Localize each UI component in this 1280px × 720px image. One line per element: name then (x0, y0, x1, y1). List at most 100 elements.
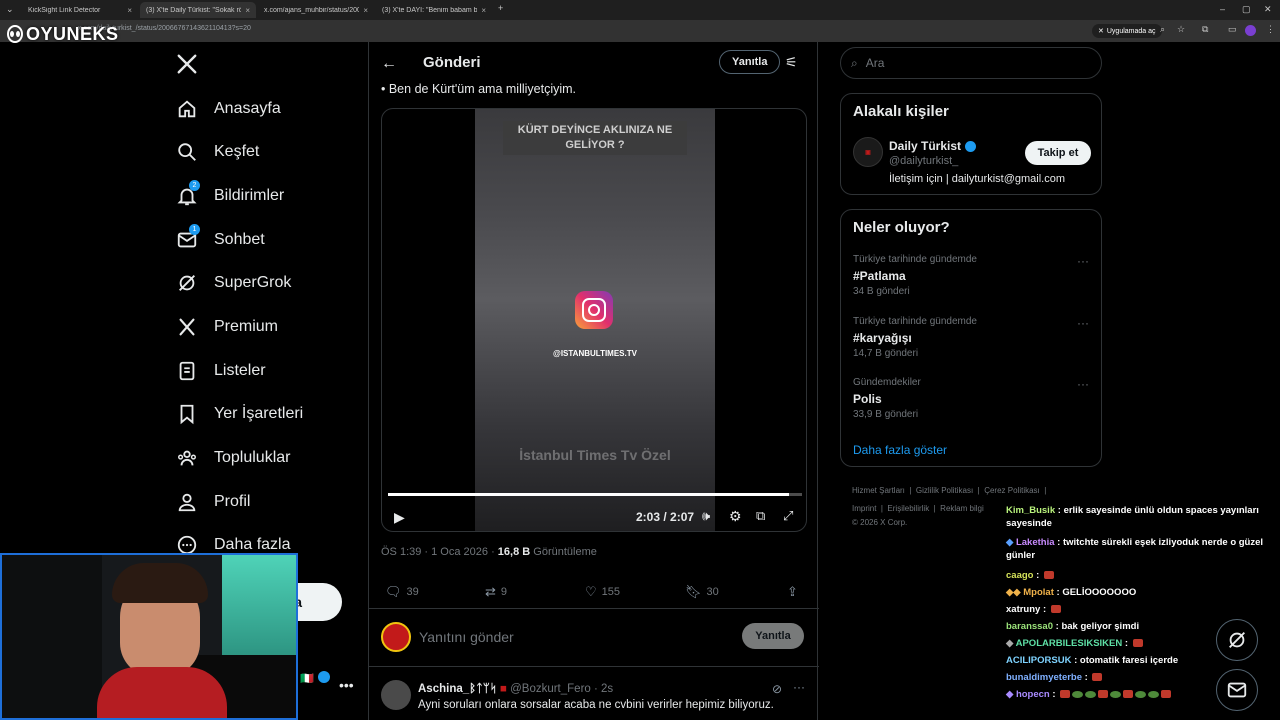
back-arrow-icon[interactable]: ← (381, 55, 397, 73)
grok-floating-button[interactable] (1216, 619, 1258, 661)
x-logo-icon[interactable] (176, 53, 198, 80)
address-bar: x.com/dailyturkist_/status/2006676714362… (0, 20, 1280, 42)
volume-icon[interactable]: 🕪 (702, 508, 710, 524)
chat-message: ◆◆ Mpolat : GELİOOOOOOO (1006, 587, 1137, 598)
close-icon[interactable]: × (245, 6, 250, 15)
more-options-icon[interactable]: ··· (1077, 316, 1089, 330)
video-progress-track[interactable] (388, 493, 802, 496)
reply-header-button[interactable]: Yanıtla (719, 50, 781, 74)
reply-submit-button[interactable]: Yanıtla (742, 623, 804, 649)
footer-links: Hizmet Şartları | Gizlilik Politikası | … (852, 486, 1047, 495)
show-more-link[interactable]: Daha fazla göster (853, 443, 947, 457)
reply-action[interactable]: 🗨 39 (385, 584, 419, 600)
browser-tab-1[interactable]: KickSight Link Detector × (22, 2, 138, 18)
like-action[interactable]: ♡ 155 (585, 584, 620, 600)
browser-tab-3[interactable]: x.com/ajans_muhbir/status/200 × (258, 2, 374, 18)
more-options-icon[interactable]: ··· (793, 680, 805, 694)
chat-message: xatruny : (1006, 603, 1276, 616)
sidepanel-icon[interactable]: ▭ (1228, 24, 1237, 35)
related-name[interactable]: Daily Türkist (889, 139, 977, 153)
fullscreen-icon[interactable]: ⤢ (783, 508, 793, 524)
nav-explore[interactable]: Keşfet (176, 141, 259, 163)
close-window-icon[interactable]: ✕ (1264, 4, 1272, 15)
video-caption-top: KÜRT DEYİNCE AKLINIZA NE GELİYOR ? (503, 121, 687, 155)
new-tab-icon[interactable]: + (498, 3, 503, 13)
open-in-app-button[interactable]: ✕ Uygulamada aç (1092, 24, 1162, 38)
video-player[interactable]: KÜRT DEYİNCE AKLINIZA NE GELİYOR ? @ISTA… (381, 108, 807, 532)
browser-tab-4[interactable]: (3) X'te DAYI: "Benim babam b × (376, 2, 492, 18)
account-menu-icon[interactable]: ••• (339, 677, 354, 693)
chat-user: bunaldimyeterbe (1006, 672, 1083, 683)
settings-gear-icon[interactable]: ⚙ (729, 508, 742, 525)
sliders-icon[interactable]: ⚟ (785, 54, 798, 71)
pip-icon[interactable]: ⧉ (756, 508, 765, 524)
comment-name[interactable]: Aschina_ᛒᛏᛘᛋ (418, 683, 497, 695)
menu-icon[interactable]: ⋮ (1266, 24, 1275, 35)
related-bio: İletişim için | dailyturkist@gmail.com (889, 173, 1066, 185)
footer-links-2: Imprint | Erişilebilirlik | Reklam bilgi (852, 504, 984, 513)
trend-item[interactable]: Türkiye tarihinde gündemde #Patlama 34 B… (841, 254, 1101, 304)
emote-icon (1161, 690, 1172, 699)
nav-premium[interactable]: Premium (176, 316, 278, 338)
page-title: Gönderi (423, 54, 481, 71)
comment-avatar[interactable] (381, 680, 411, 710)
stream-watermark: OYUNEKS (6, 24, 119, 45)
emote-icon (1110, 690, 1122, 698)
badge-icon: ◆ (1006, 537, 1014, 548)
zoom-icon[interactable]: ⌕ (1160, 24, 1165, 35)
nav-bookmarks[interactable]: Yer İşaretleri (176, 403, 303, 425)
search-input[interactable]: ⌕ Ara (840, 47, 1102, 79)
minimize-icon[interactable]: – (1220, 4, 1225, 14)
daily-turkist-avatar[interactable]: ▣ (853, 137, 883, 167)
browser-tab-bar: ⌄ KickSight Link Detector × (3) X'te Dail… (0, 0, 1280, 20)
video-handle: @ISTANBULTIMES.TV (553, 349, 637, 358)
close-icon[interactable]: × (127, 6, 132, 15)
home-icon (178, 100, 196, 118)
footer-link[interactable]: Hizmet Şartları (852, 486, 905, 495)
close-icon[interactable]: × (481, 6, 486, 15)
footer-link[interactable]: Gizlilik Politikası (916, 486, 973, 495)
reply-input[interactable]: Yanıtını gönder (419, 629, 514, 645)
chat-message: Kim_Busik : erlik sayesinde ünlü oldun s… (1006, 505, 1259, 529)
chat-message: ◆ Lakethia : twitchte sürekli eşek izliy… (1006, 537, 1264, 561)
bookmark-star-icon[interactable]: ☆ (1177, 24, 1185, 35)
search-icon (178, 143, 196, 161)
nav-lists[interactable]: Listeler (176, 360, 266, 382)
video-time: 2:03 / 2:07 (636, 510, 695, 524)
footer-link[interactable]: Imprint (852, 504, 876, 513)
follow-button[interactable]: Takip et (1025, 141, 1091, 165)
chat-message: caago : (1006, 569, 1276, 582)
trend-item[interactable]: Türkiye tarihinde gündemde #karyağışı 14… (841, 316, 1101, 366)
repost-action[interactable]: ⇄ 9 (485, 584, 507, 600)
more-options-icon[interactable]: ··· (1077, 377, 1089, 391)
close-icon[interactable]: × (363, 6, 368, 15)
nav-messages[interactable]: 1 Sohbet (176, 224, 265, 251)
trend-item[interactable]: Gündemdekiler Polis 33,9 B gönderi ··· (841, 377, 1101, 427)
communities-icon (178, 450, 196, 466)
badge-icon: ◆◆ (1006, 587, 1021, 598)
footer-link[interactable]: Çerez Politikası (984, 486, 1040, 495)
extensions-icon[interactable]: ⧉ (1202, 24, 1208, 35)
play-icon[interactable]: ▶ (394, 509, 405, 526)
maximize-icon[interactable]: ▢ (1242, 4, 1251, 15)
bookmark-action[interactable]: 🔖︎ 30 (685, 584, 719, 600)
browser-tab-2[interactable]: (3) X'te Daily Türkist: "Sokak rö × (140, 2, 256, 18)
nav-supergrok[interactable]: SuperGrok (176, 272, 291, 294)
messages-floating-button[interactable] (1216, 669, 1258, 711)
emote-icon (1060, 690, 1071, 699)
more-options-icon[interactable]: ··· (1077, 254, 1089, 268)
tab-search-icon[interactable]: ⌄ (6, 4, 14, 15)
bookmark-outline-icon: 🔖︎ (685, 584, 702, 599)
comment-handle: @Bozkurt_Fero · 2s (510, 683, 614, 695)
nav-profile[interactable]: Profil (176, 491, 250, 513)
share-icon[interactable]: ⇪ (787, 584, 798, 600)
nav-communities[interactable]: Topluluklar (176, 447, 290, 469)
profile-icon (178, 493, 196, 512)
footer-link[interactable]: Reklam bilgi (940, 504, 984, 513)
nav-notifications[interactable]: 2 Bildirimler (176, 180, 284, 207)
profile-avatar[interactable] (1245, 25, 1256, 36)
grok-icon[interactable]: ⊘ (772, 682, 782, 696)
chat-user: APOLARBILESIKSIKEN (1015, 638, 1123, 649)
footer-link[interactable]: Erişilebilirlik (887, 504, 929, 513)
nav-home[interactable]: Anasayfa (176, 98, 281, 120)
